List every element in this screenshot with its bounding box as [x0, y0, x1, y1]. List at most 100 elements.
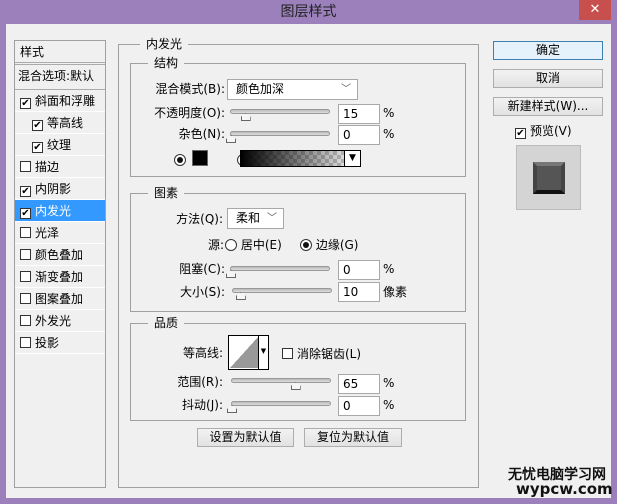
style-item[interactable]: 渐变叠加: [15, 266, 105, 288]
dropdown-arrow-icon: ▼: [258, 336, 268, 369]
gradient-picker[interactable]: ▼: [240, 150, 361, 167]
range-label: 范围(R):: [177, 375, 223, 389]
style-item-label: 颜色叠加: [35, 248, 84, 262]
choke-input[interactable]: 0: [338, 260, 380, 280]
style-item-label: 内阴影: [35, 182, 72, 196]
styles-list: 样式 混合选项:默认 ✔ 斜面和浮雕 ✔ 等高线 ✔ 纹理 描边 ✔ 内阴影 ✔ 内发光 光泽 颜色叠加…: [14, 40, 106, 488]
cancel-button[interactable]: 取消: [493, 69, 603, 88]
preview-checkbox[interactable]: ✔ 预览(V): [515, 123, 572, 139]
blend-mode-label: 混合模式(B):: [155, 82, 225, 96]
center-radio[interactable]: [225, 239, 237, 251]
size-input[interactable]: 10: [338, 282, 380, 302]
antialias-checkbox[interactable]: 消除锯齿(L): [282, 346, 361, 362]
close-button[interactable]: ✕: [579, 0, 611, 20]
style-item-label: 描边: [35, 160, 60, 174]
opacity-slider[interactable]: [230, 109, 330, 121]
checkbox-icon[interactable]: ✔: [515, 128, 526, 139]
contour-preview: [230, 337, 258, 368]
style-item-label: 图案叠加: [35, 292, 84, 306]
checkbox-icon[interactable]: [20, 227, 31, 238]
noise-slider[interactable]: [226, 131, 330, 143]
blend-options-item[interactable]: 混合选项:默认: [15, 65, 105, 90]
jitter-label: 抖动(J):: [182, 398, 223, 412]
style-item-label: 渐变叠加: [35, 270, 84, 284]
style-item[interactable]: ✔ 内发光: [15, 200, 105, 222]
style-item[interactable]: 颜色叠加: [15, 244, 105, 266]
structure-title: 结构: [148, 56, 185, 70]
noise-label: 杂色(N):: [178, 127, 225, 141]
checkbox-icon[interactable]: [20, 315, 31, 326]
checkbox-icon[interactable]: ✔: [32, 120, 43, 131]
checkbox-icon[interactable]: [20, 161, 31, 172]
choke-slider[interactable]: [226, 266, 330, 278]
choke-label: 阻塞(C):: [179, 262, 225, 276]
chevron-down-icon: ﹀: [267, 213, 277, 224]
style-item[interactable]: ✔ 等高线: [15, 112, 105, 134]
style-item[interactable]: 外发光: [15, 310, 105, 332]
blend-mode-value: 颜色加深: [236, 82, 285, 96]
watermark-url: wypcw.com: [516, 480, 613, 498]
styles-header[interactable]: 样式: [15, 41, 105, 65]
source-center-option[interactable]: 居中(E): [225, 237, 282, 253]
checkbox-icon[interactable]: [20, 337, 31, 348]
checkbox-icon[interactable]: ✔: [20, 98, 31, 109]
ok-button[interactable]: 确定: [493, 41, 603, 60]
checkbox-icon[interactable]: ✔: [20, 186, 31, 197]
style-item[interactable]: ✔ 纹理: [15, 134, 105, 156]
elements-title: 图素: [148, 186, 185, 200]
panel-title: 内发光: [140, 37, 189, 51]
edge-label: 边缘(G): [315, 238, 359, 252]
opacity-label: 不透明度(O):: [154, 106, 225, 120]
blend-mode-select[interactable]: 颜色加深 ﹀: [227, 79, 358, 100]
style-item[interactable]: 投影: [15, 332, 105, 354]
noise-unit: %: [383, 127, 395, 141]
jitter-unit: %: [383, 398, 395, 412]
quality-group: [130, 323, 466, 421]
glow-color-swatch[interactable]: [192, 150, 208, 166]
contour-label: 等高线:: [182, 346, 223, 360]
choke-unit: %: [383, 262, 395, 276]
dropdown-arrow-icon: ▼: [344, 151, 360, 166]
range-unit: %: [383, 376, 395, 390]
range-input[interactable]: 65: [338, 374, 380, 394]
style-item-label: 外发光: [35, 314, 72, 328]
checkbox-icon[interactable]: [20, 293, 31, 304]
contour-picker[interactable]: ▼: [228, 335, 269, 370]
size-slider[interactable]: [232, 288, 332, 300]
opacity-input[interactable]: 15: [338, 104, 380, 124]
edge-radio[interactable]: [300, 239, 312, 251]
style-item[interactable]: 光泽: [15, 222, 105, 244]
method-label: 方法(Q):: [176, 212, 223, 226]
preview-swatch: [533, 162, 565, 194]
reset-default-button[interactable]: 复位为默认值: [304, 428, 402, 447]
source-edge-option[interactable]: 边缘(G): [300, 237, 359, 253]
style-item-label: 光泽: [35, 226, 60, 240]
method-value: 柔和: [236, 211, 261, 225]
range-slider[interactable]: [231, 378, 331, 390]
checkbox-icon[interactable]: ✔: [32, 142, 43, 153]
jitter-input[interactable]: 0: [338, 396, 380, 416]
style-preview-thumbnail: [516, 145, 581, 210]
make-default-button[interactable]: 设置为默认值: [197, 428, 294, 447]
new-style-button[interactable]: 新建样式(W)...: [493, 97, 603, 116]
style-item[interactable]: 描边: [15, 156, 105, 178]
checkbox-icon[interactable]: [20, 249, 31, 260]
jitter-slider[interactable]: [227, 401, 331, 413]
checkbox-icon[interactable]: [20, 271, 31, 282]
checkbox-icon[interactable]: [282, 348, 293, 359]
antialias-label: 消除锯齿(L): [297, 347, 362, 361]
quality-title: 品质: [148, 316, 185, 330]
noise-input[interactable]: 0: [338, 125, 380, 145]
style-item-label: 内发光: [35, 204, 72, 218]
solid-color-radio[interactable]: [174, 154, 186, 166]
size-label: 大小(S):: [179, 285, 225, 299]
method-select[interactable]: 柔和 ﹀: [227, 208, 284, 229]
checkbox-icon[interactable]: ✔: [20, 208, 31, 219]
style-item-label: 纹理: [47, 138, 72, 152]
style-item-label: 等高线: [47, 116, 84, 130]
style-item[interactable]: 图案叠加: [15, 288, 105, 310]
style-item[interactable]: ✔ 斜面和浮雕: [15, 90, 105, 112]
opacity-unit: %: [383, 106, 395, 120]
size-unit: 像素: [383, 285, 408, 299]
style-item[interactable]: ✔ 内阴影: [15, 178, 105, 200]
